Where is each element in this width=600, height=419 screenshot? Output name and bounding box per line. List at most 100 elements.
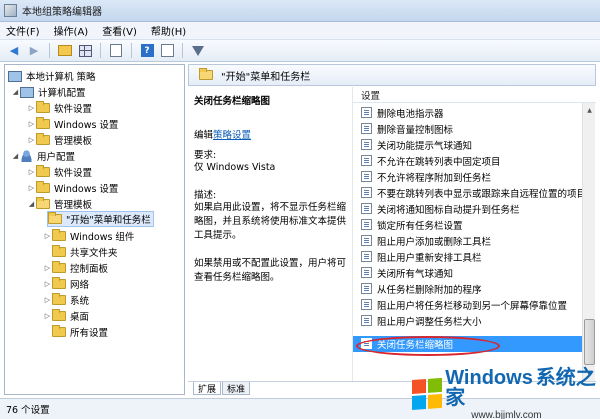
tree-item-uc-admin[interactable]: ◢ 管理模板 <box>27 196 92 212</box>
edit-policy-link[interactable]: 策略设置 <box>213 130 251 141</box>
setting-row[interactable]: 删除电池指示器 <box>353 105 585 121</box>
setting-row[interactable]: 关闭功能提示气球通知 <box>353 137 585 153</box>
setting-row[interactable]: 阻止用户将任务栏移动到另一个屏幕停靠位置 <box>353 297 585 313</box>
folder-open-icon <box>199 68 213 80</box>
help-icon[interactable]: ? <box>139 43 155 59</box>
folder-icon <box>36 133 50 145</box>
properties-icon[interactable] <box>159 43 175 59</box>
tree-item-shared-folders[interactable]: 共享文件夹 <box>52 244 118 260</box>
collapse-triangle-icon[interactable]: ◢ <box>27 200 36 208</box>
policy-title: 关闭任务栏缩略图 <box>194 96 271 107</box>
setting-row[interactable]: 关闭将通知图标自动提升到任务栏 <box>353 201 585 217</box>
tree-item-uc-software[interactable]: ▷ 软件设置 <box>27 164 92 180</box>
expand-triangle-icon[interactable]: ▷ <box>27 104 36 112</box>
filter-icon[interactable] <box>190 43 206 59</box>
setting-row[interactable]: 阻止用户调整任务栏大小 <box>353 313 585 329</box>
scroll-up-arrow-icon[interactable]: ▲ <box>584 104 595 116</box>
setting-label: 阻止用户重新安排工具栏 <box>377 252 482 264</box>
expand-triangle-icon[interactable]: ▷ <box>43 296 52 304</box>
expand-triangle-icon[interactable]: ▷ <box>27 136 36 144</box>
computer-icon <box>20 86 34 98</box>
folder-icon <box>36 181 50 193</box>
policy-setting-icon <box>361 251 372 263</box>
settings-scrollbar[interactable]: ▲ ▼ <box>582 103 595 381</box>
tree-item-desktop[interactable]: ▷ 桌面 <box>43 308 89 324</box>
description-text-disabled: 如果禁用或不配置此设置，用户将可查看任务栏缩略图。 <box>194 258 347 283</box>
expand-triangle-icon[interactable]: ▷ <box>43 264 52 272</box>
tree-item-network[interactable]: ▷ 网络 <box>43 276 89 292</box>
setting-label: 不允许在跳转列表中固定项目 <box>377 156 501 168</box>
tree-item-system[interactable]: ▷ 系统 <box>43 292 89 308</box>
tree-label: 共享文件夹 <box>70 248 118 259</box>
folder-icon <box>52 309 66 321</box>
edit-prefix: 编辑 <box>194 130 214 141</box>
tree-label: 桌面 <box>70 312 90 323</box>
tree-item-cc-windows[interactable]: ▷ Windows 设置 <box>27 116 118 132</box>
folder-open-icon <box>48 212 62 224</box>
tree-item-all-settings[interactable]: 所有设置 <box>52 324 108 340</box>
scroll-thumb[interactable] <box>584 319 595 365</box>
setting-row[interactable]: 删除音量控制图标 <box>353 121 585 137</box>
forward-arrow-icon[interactable]: ▶ <box>26 43 42 59</box>
description-pane: 关闭任务栏缩略图 编辑策略设置 要求: 仅 Windows Vista 描述: … <box>188 87 352 381</box>
tree-pane[interactable]: 本地计算机 策略 ◢ 计算机配置 ▷ 软件设置 ▷ Windows 设置 ▷ 管… <box>4 64 185 395</box>
tree-item-root[interactable]: 本地计算机 策略 <box>8 68 96 84</box>
setting-row-selected[interactable]: 关闭任务栏缩略图 <box>353 336 585 352</box>
setting-row[interactable]: 从任务栏删除附加的程序 <box>353 281 585 297</box>
toolbar-separator <box>49 43 50 58</box>
menu-action[interactable]: 操作(A) <box>54 23 89 38</box>
windows-logo-icon <box>412 377 442 410</box>
tree-item-cc-admin[interactable]: ▷ 管理模板 <box>27 132 92 148</box>
setting-row[interactable]: 不允许将程序附加到任务栏 <box>353 169 585 185</box>
setting-label: 关闭将通知图标自动提升到任务栏 <box>377 204 520 216</box>
menu-view[interactable]: 查看(V) <box>102 23 137 38</box>
site-watermark: Windows 系统之家 www.bjjmlv.com <box>412 368 600 419</box>
policy-setting-icon <box>361 299 372 311</box>
tree-item-cc-software[interactable]: ▷ 软件设置 <box>27 100 92 116</box>
setting-row[interactable]: 阻止用户重新安排工具栏 <box>353 249 585 265</box>
setting-row[interactable]: 阻止用户添加或删除工具栏 <box>353 233 585 249</box>
tree-item-start-taskbar[interactable]: "开始"菜单和任务栏 <box>47 211 154 227</box>
policy-setting-icon <box>361 338 372 350</box>
back-arrow-icon[interactable]: ◀ <box>6 43 22 59</box>
settings-column-header[interactable]: 设置 <box>353 87 596 103</box>
export-list-icon[interactable] <box>108 43 124 59</box>
watermark-url: www.bjjmlv.com <box>471 409 542 419</box>
tree-item-uc-windows[interactable]: ▷ Windows 设置 <box>27 180 118 196</box>
tree-item-user-config[interactable]: ◢ 用户配置 <box>11 148 75 164</box>
tree-item-control-panel[interactable]: ▷ 控制面板 <box>43 260 108 276</box>
tree-item-windows-components[interactable]: ▷ Windows 组件 <box>43 228 134 244</box>
tab-extended[interactable]: 扩展 <box>193 382 222 395</box>
tree-label: 计算机配置 <box>38 88 86 99</box>
tree-label: Windows 设置 <box>54 120 119 131</box>
expand-triangle-icon[interactable]: ▷ <box>27 120 36 128</box>
menu-file[interactable]: 文件(F) <box>6 23 40 38</box>
tree-label: 网络 <box>70 280 90 291</box>
expand-triangle-icon[interactable]: ▷ <box>43 312 52 320</box>
expand-triangle-icon[interactable]: ▷ <box>27 168 36 176</box>
show-hide-tree-icon[interactable] <box>77 43 93 59</box>
folder-icon <box>52 325 66 337</box>
setting-row[interactable]: 不要在跳转列表中显示或跟踪来自远程位置的项目 <box>353 185 585 201</box>
menu-help[interactable]: 帮助(H) <box>151 23 186 38</box>
setting-row[interactable]: 关闭所有气球通知 <box>353 265 585 281</box>
toolbar-separator <box>131 43 132 58</box>
expand-triangle-icon[interactable]: ▷ <box>27 184 36 192</box>
setting-label: 关闭功能提示气球通知 <box>377 140 473 152</box>
folder-icon <box>36 117 50 129</box>
folder-icon <box>52 293 66 305</box>
collapse-triangle-icon[interactable]: ◢ <box>11 152 20 160</box>
setting-row[interactable]: 不允许在跳转列表中固定项目 <box>353 153 585 169</box>
setting-row[interactable]: 锁定所有任务栏设置 <box>353 217 585 233</box>
expand-triangle-icon[interactable]: ▷ <box>43 232 52 240</box>
tree-label: 用户配置 <box>37 152 76 163</box>
tree-item-computer-config[interactable]: ◢ 计算机配置 <box>11 84 86 100</box>
expand-triangle-icon[interactable]: ▷ <box>43 280 52 288</box>
window-title: 本地组策略编辑器 <box>22 7 102 18</box>
collapse-triangle-icon[interactable]: ◢ <box>11 88 20 96</box>
setting-label: 阻止用户添加或删除工具栏 <box>377 236 492 248</box>
up-folder-icon[interactable] <box>57 43 73 59</box>
tab-standard[interactable]: 标准 <box>222 382 251 395</box>
category-title: "开始"菜单和任务栏 <box>221 71 311 83</box>
settings-list[interactable]: 设置 删除电池指示器 删除音量控制图标 关闭功能提示气球通知 不允许在跳转列表中… <box>352 87 596 381</box>
